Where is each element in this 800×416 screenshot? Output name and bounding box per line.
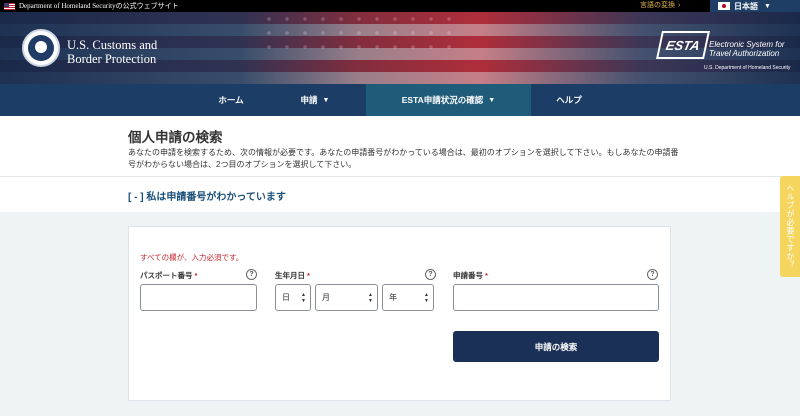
nav-help-label: ヘルプ xyxy=(556,95,582,105)
passport-label-text: パスポート番号 xyxy=(140,271,193,280)
required-asterisk: * xyxy=(194,271,198,280)
chevron-right-icon: › xyxy=(678,2,681,9)
esta-mark: ESTA xyxy=(656,31,710,59)
dob-year-select[interactable]: 年 ▲ ▼ xyxy=(382,284,434,311)
caret-down-icon: ▼ xyxy=(488,96,496,104)
help-icon[interactable]: ? xyxy=(647,269,658,280)
top-utility-bar: Department of Homeland Securityの公式ウェブサイト… xyxy=(0,0,800,12)
passport-number-input[interactable] xyxy=(140,284,257,311)
application-number-input[interactable] xyxy=(453,284,659,311)
passport-number-label: パスポート番号 * xyxy=(140,270,197,281)
esta-desc-line-1: Electronic System for xyxy=(709,40,785,49)
section-toggle-known-number[interactable]: [ - ] 私は申請番号がわかっています xyxy=(128,188,286,203)
language-selector[interactable]: 日本語 ▼ xyxy=(710,0,800,12)
cbp-agency-name[interactable]: U.S. Customs and Border Protection xyxy=(67,38,157,66)
dob-month-value: 月 xyxy=(322,293,330,302)
esta-desc-line-2: Travel Authorization xyxy=(709,49,780,58)
date-of-birth-label: 生年月日 * xyxy=(275,270,310,281)
agency-line-1: U.S. Customs and xyxy=(67,38,158,52)
spinner-arrows-icon: ▲ ▼ xyxy=(368,292,373,304)
caret-down-icon: ▼ xyxy=(322,96,330,104)
dhs-seal-logo[interactable] xyxy=(22,29,60,67)
nav-item-status-check[interactable]: ESTA申請状況の確認 ▼ xyxy=(366,84,531,116)
esta-subtitle: U.S. Department of Homeland Security xyxy=(704,65,791,71)
esta-description: Electronic System for Travel Authorizati… xyxy=(709,40,799,58)
flag-stars-decoration xyxy=(260,12,460,52)
esta-logo[interactable]: ESTA Electronic System for Travel Author… xyxy=(656,27,794,75)
language-change-link[interactable]: 言語の変換 › xyxy=(640,0,680,12)
nav-home-label: ホーム xyxy=(218,95,244,105)
header-banner: U.S. Customs and Border Protection ESTA … xyxy=(0,12,800,84)
agency-line-2: Border Protection xyxy=(67,52,157,66)
japan-flag-icon xyxy=(718,2,730,10)
help-tab-label: ヘルプが必要ですか？ xyxy=(786,184,795,269)
divider xyxy=(0,176,800,177)
official-site-text: Department of Homeland Securityの公式ウェブサイト xyxy=(19,2,179,10)
app-number-label-text: 申請番号 xyxy=(453,271,483,280)
main-nav: ホーム 申請 ▼ ESTA申請状況の確認 ▼ ヘルプ xyxy=(0,84,800,116)
page-description: あなたの申請を検索するため、次の情報が必要です。あなたの申請番号がわかっている場… xyxy=(128,148,679,169)
application-number-label: 申請番号 * xyxy=(453,270,488,281)
dob-month-select[interactable]: 月 ▲ ▼ xyxy=(315,284,378,311)
nav-status-label: ESTA申請状況の確認 xyxy=(401,95,484,105)
caret-down-icon: ▼ xyxy=(764,2,771,10)
dob-day-value: 日 xyxy=(282,293,290,302)
dob-label-text: 生年月日 xyxy=(275,271,305,280)
help-side-tab[interactable]: ヘルプが必要ですか？ xyxy=(780,176,800,277)
dob-day-select[interactable]: 日 ▲ ▼ xyxy=(275,284,311,311)
nav-apply-label: 申請 xyxy=(300,95,318,105)
us-flag-icon xyxy=(4,2,15,10)
page-title: 個人申請の検索 xyxy=(128,130,223,145)
required-asterisk: * xyxy=(307,271,310,280)
search-application-button[interactable]: 申請の検索 xyxy=(453,331,659,362)
language-selected-label: 日本語 xyxy=(734,1,758,11)
help-icon[interactable]: ? xyxy=(246,269,257,280)
dob-year-value: 年 xyxy=(389,293,397,302)
required-fields-note: すべての欄が、入力必須です。 xyxy=(140,253,244,262)
nav-item-help[interactable]: ヘルプ xyxy=(534,84,604,116)
spinner-arrows-icon: ▲ ▼ xyxy=(301,292,306,304)
spinner-arrows-icon: ▲ ▼ xyxy=(424,292,429,304)
nav-item-apply[interactable]: 申請 ▼ xyxy=(280,84,350,116)
language-change-label: 言語の変換 xyxy=(640,2,675,9)
help-icon[interactable]: ? xyxy=(425,269,436,280)
required-asterisk: * xyxy=(485,271,488,280)
nav-item-home[interactable]: ホーム xyxy=(196,84,266,116)
